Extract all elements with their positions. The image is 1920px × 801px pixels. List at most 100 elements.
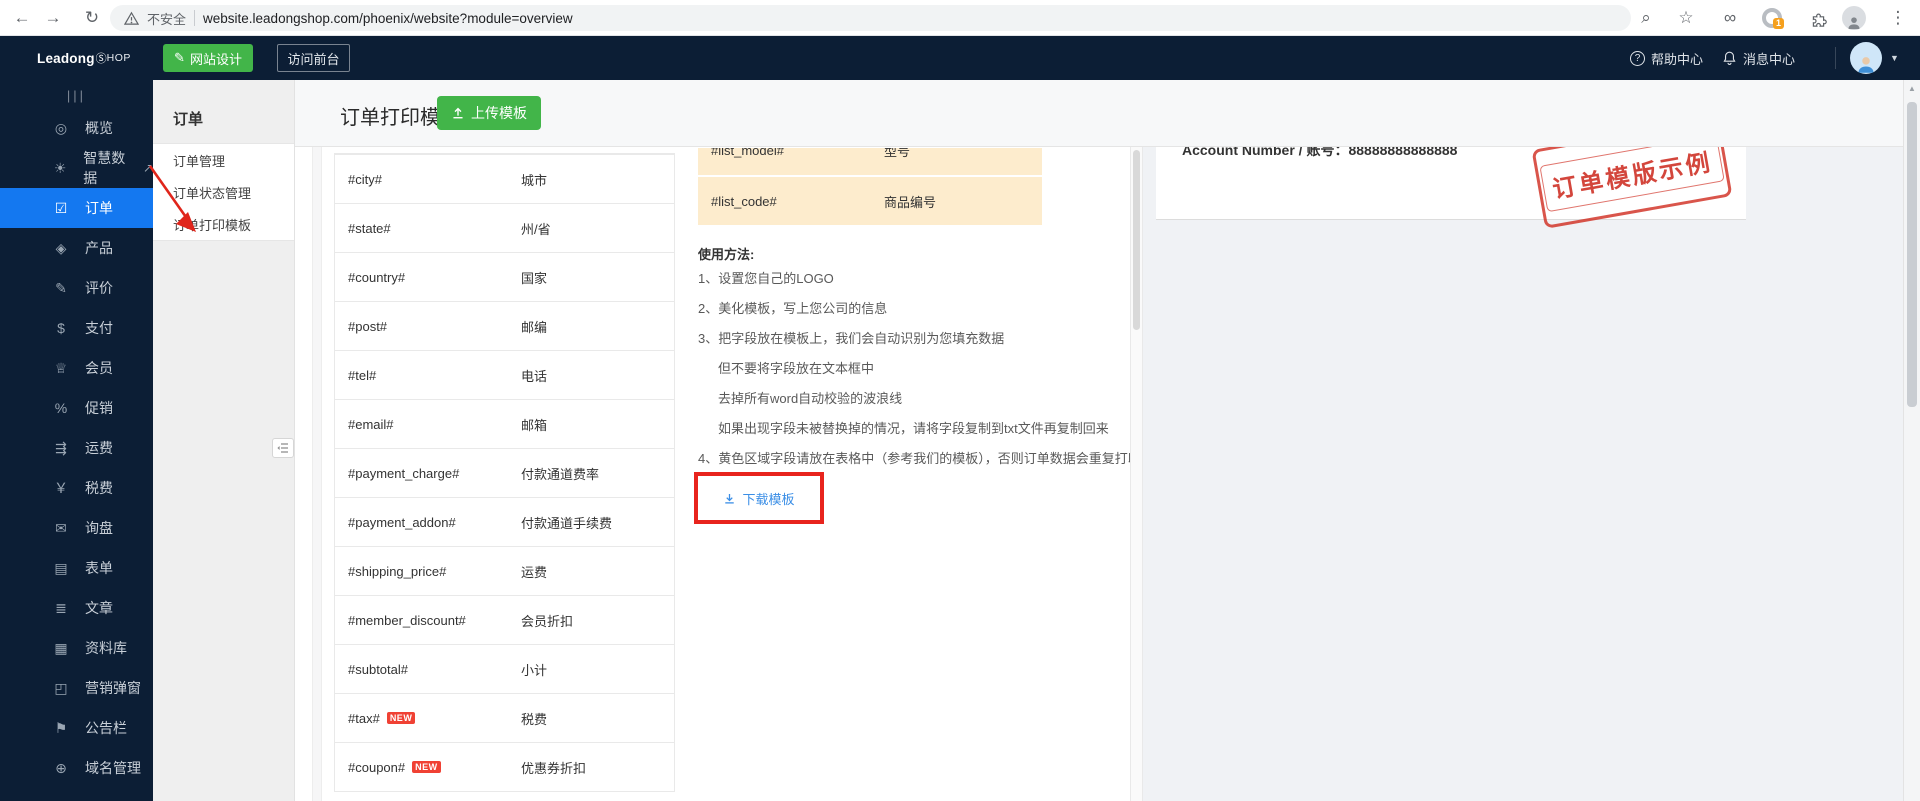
field-code-cell: #country# xyxy=(335,270,521,285)
submenu-collapse-button[interactable] xyxy=(272,438,294,458)
sidebar-item[interactable]: ▤ 表单 ↗ xyxy=(0,548,153,588)
table-row: #list_code# 商品编号 xyxy=(698,177,1042,225)
sidebar-item-icon: ⇶ xyxy=(55,439,67,456)
url-text: website.leadongshop.com/phoenix/website?… xyxy=(203,10,573,26)
usage-instructions: 1、设置您自己的LOGO 2、美化模板，写上您公司的信息 3、把字段放在模板上，… xyxy=(698,264,1141,474)
field-label: 邮编 xyxy=(521,319,548,335)
sidebar-item[interactable]: ☑ 订单 ↗ xyxy=(0,188,153,228)
usage-line-text: 4、黄色区域字段请放在表格中（参考我们的模板），否则订单数据会重复打印 xyxy=(698,451,1141,466)
sidebar-item[interactable]: ⚑ 公告栏 ↗ xyxy=(0,708,153,748)
usage-line-text: 2、美化模板，写上您公司的信息 xyxy=(698,301,888,316)
help-center-link[interactable]: ? 帮助中心 xyxy=(1630,36,1703,80)
profile-icon[interactable] xyxy=(1840,0,1868,36)
field-code: #payment_addon# xyxy=(348,514,456,530)
browser-toolbar: ← → ↻ 不安全 website.leadongshop.com/phoeni… xyxy=(0,0,1920,36)
left-scrollbar-track[interactable] xyxy=(312,147,322,801)
sidebar-item-label: 智慧数据 xyxy=(83,150,126,186)
sidebar-item[interactable]: ◎ 概览 ↗ xyxy=(0,108,153,148)
extensions-puzzle-icon[interactable] xyxy=(1804,0,1832,36)
sidebar-item-label: 促销 xyxy=(85,400,113,416)
sidebar-item-icon: ⚑ xyxy=(54,719,68,736)
content-scrollbar[interactable] xyxy=(1130,147,1143,801)
navbar-divider xyxy=(1835,47,1836,69)
download-template-button[interactable]: 下载模板 xyxy=(723,488,795,508)
sidebar-item[interactable]: ♕ 会员 ↗ xyxy=(0,348,153,388)
security-label: 不安全 xyxy=(147,11,187,27)
brand-logo: Leadong Ⓢ HOP xyxy=(37,36,131,80)
user-avatar[interactable] xyxy=(1850,42,1882,74)
share-link-icon[interactable]: ∞ xyxy=(1716,0,1744,36)
submenu-item[interactable]: 订单状态管理 xyxy=(153,176,294,208)
usage-line: 3、把字段放在模板上，我们会自动识别为您填充数据 xyxy=(698,324,1138,354)
table-row-partial: #list_model# 型号 xyxy=(698,148,1042,175)
table-row: #member_discount# 会员折扣 xyxy=(335,595,674,644)
scroll-up-icon[interactable]: ▲ xyxy=(1904,80,1920,98)
zoom-icon[interactable]: ⌕ xyxy=(1632,0,1660,36)
message-center-link[interactable]: 消息中心 xyxy=(1722,36,1795,80)
sidebar-item-label: 公告栏 xyxy=(85,720,127,736)
extension-badge-icon[interactable]: 1 xyxy=(1758,0,1786,36)
sidebar-item-icon: ⊕ xyxy=(55,759,67,776)
sidebar-item[interactable]: ✉ 询盘 ↗ xyxy=(0,508,153,548)
field-code-cell: #payment_addon# xyxy=(335,515,521,530)
sidebar-item[interactable]: $ 支付 ↗ xyxy=(0,308,153,348)
sidebar-item[interactable]: ⊕ 域名管理 ↗ xyxy=(0,748,153,788)
field-label: 税费 xyxy=(521,711,548,727)
sidebar-item[interactable]: ≣ 文章 ↗ xyxy=(0,588,153,628)
sidebar-item-label: 订单 xyxy=(85,200,113,216)
sidebar-item-icon: $ xyxy=(57,320,65,336)
sidebar-item[interactable]: ▦ 资料库 ↗ xyxy=(0,628,153,668)
sidebar-collapse-icon[interactable]: ||| xyxy=(0,88,153,103)
sidebar-item[interactable]: ☀ 智慧数据 ↗ xyxy=(0,148,153,188)
field-code-cell: #state# xyxy=(335,221,521,236)
new-badge: NEW xyxy=(386,712,416,724)
back-icon[interactable]: ← xyxy=(8,0,36,36)
avatar-dropdown-caret[interactable]: ▼ xyxy=(1890,36,1899,80)
sidebar-item[interactable]: % 促销 ↗ xyxy=(0,388,153,428)
sidebar-item-icon: ◈ xyxy=(55,239,67,256)
page-scrollbar-thumb[interactable] xyxy=(1907,102,1917,407)
upload-template-button[interactable]: 上传模板 xyxy=(437,96,541,130)
table-row: #city# 城市 xyxy=(335,154,674,203)
usage-line: 4、黄色区域字段请放在表格中（参考我们的模板），否则订单数据会重复打印 xyxy=(698,444,1141,474)
scrollbar-thumb[interactable] xyxy=(1133,150,1140,330)
field-code-cell: #city# xyxy=(335,172,521,187)
help-icon: ? xyxy=(1630,50,1645,66)
sidebar-item[interactable]: ◰ 营销弹窗 ↗ xyxy=(0,668,153,708)
reload-icon[interactable]: ↻ xyxy=(78,0,106,36)
website-design-button[interactable]: ✎ 网站设计 xyxy=(163,44,253,72)
address-bar[interactable]: 不安全 website.leadongshop.com/phoenix/webs… xyxy=(110,5,1631,31)
sidebar-item[interactable]: ￥ 税费 ↗ xyxy=(0,468,153,508)
sidebar-item[interactable]: ◈ 产品 ↗ xyxy=(0,228,153,268)
field-code-cell: #payment_charge# xyxy=(335,466,521,481)
logo-s-icon: Ⓢ xyxy=(95,53,107,65)
message-center-label: 消息中心 xyxy=(1743,51,1796,67)
sidebar-item-label: 域名管理 xyxy=(85,760,141,776)
bookmark-star-icon[interactable]: ☆ xyxy=(1672,0,1700,36)
submenu-item[interactable]: 订单打印模板 xyxy=(153,208,294,240)
visit-frontend-button[interactable]: 访问前台 xyxy=(277,44,350,72)
sidebar-item[interactable]: ⇶ 运费 ↗ xyxy=(0,428,153,468)
submenu-item[interactable]: 订单管理 xyxy=(153,144,294,176)
sidebar-item-icon: ◎ xyxy=(54,119,68,136)
forward-icon[interactable]: → xyxy=(39,0,67,36)
sidebar-item[interactable]: ✎ 评价 ↗ xyxy=(0,268,153,308)
field-label: 会员折扣 xyxy=(521,613,574,629)
table-row: #tel# 电话 xyxy=(335,350,674,399)
sidebar-item-label: 营销弹窗 xyxy=(85,680,141,696)
field-code: #shipping_price# xyxy=(348,563,447,579)
browser-menu-icon[interactable]: ⋮ xyxy=(1884,0,1912,36)
page-scrollbar[interactable]: ▲ xyxy=(1903,80,1920,801)
usage-line: 2、美化模板，写上您公司的信息 xyxy=(698,294,1138,324)
sidebar-item-label: 表单 xyxy=(85,560,113,576)
logo-text-bold: Leadong xyxy=(37,50,95,66)
usage-line-text: 但不要将字段放在文本框中 xyxy=(718,361,875,376)
logo-text-rest: HOP xyxy=(106,52,131,64)
main-sidebar: ||| ◎ 概览 ↗ ☀ 智慧数据 ↗ ☑ 订单 ↗ xyxy=(0,80,153,801)
red-highlight-box: 下载模板 xyxy=(694,472,824,524)
field-code-cell: #post# xyxy=(335,319,521,334)
table-row: #post# 邮编 xyxy=(335,301,674,350)
usage-line-text: 去掉所有word自动校验的波浪线 xyxy=(718,391,903,406)
field-label: 商品编号 xyxy=(884,195,937,210)
sidebar-item-icon: ✎ xyxy=(55,279,67,296)
